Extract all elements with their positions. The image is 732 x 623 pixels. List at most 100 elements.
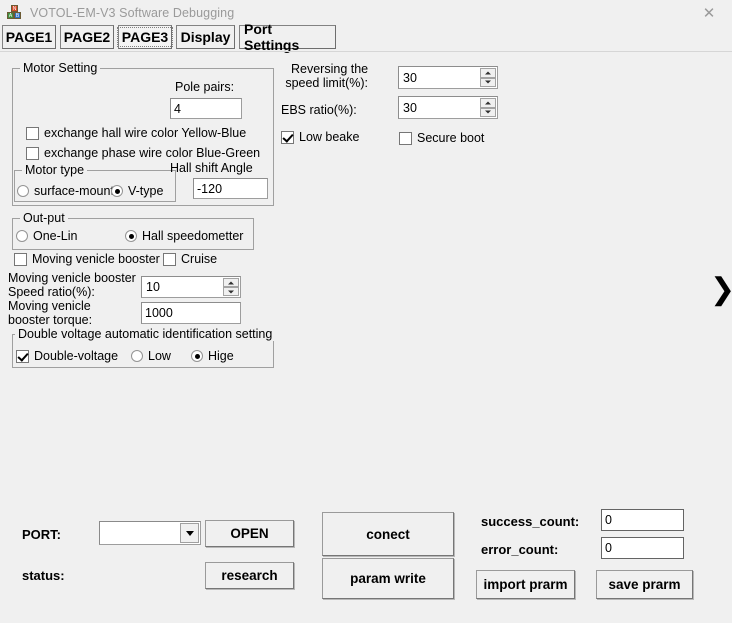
output-hall-speedometer-radio[interactable]: Hall speedometter	[125, 229, 243, 243]
double-voltage-low-radio[interactable]: Low	[131, 349, 171, 363]
save-prarm-button[interactable]: save prarm	[596, 570, 693, 599]
booster-torque-label-line1: Moving venicle	[8, 299, 91, 313]
ebs-ratio-spin-buttons[interactable]	[480, 98, 496, 117]
chevron-down-icon[interactable]	[180, 523, 199, 543]
double-voltage-low-label: Low	[148, 349, 171, 363]
error-count-label: error_count:	[481, 543, 558, 557]
tab-port-settings-label: Port Settings	[244, 21, 331, 53]
chevron-right-icon[interactable]: ❯	[710, 275, 732, 305]
output-hall-speedometer-label: Hall speedometter	[142, 229, 243, 243]
tab-page3[interactable]: PAGE3	[118, 25, 172, 49]
tab-page1[interactable]: PAGE1	[2, 25, 56, 49]
double-voltage-low-radio-dot	[131, 350, 143, 362]
motor-type-v-type-radio[interactable]: V-type	[111, 184, 163, 198]
param-write-button[interactable]: param write	[322, 558, 454, 599]
double-voltage-checkbox[interactable]: Double-voltage	[16, 349, 118, 363]
import-prarm-button[interactable]: import prarm	[476, 570, 575, 599]
double-voltage-hige-label: Hige	[208, 349, 234, 363]
motor-setting-group-title: Motor Setting	[20, 61, 100, 75]
ebs-ratio-spin-down-icon[interactable]	[480, 108, 496, 118]
cruise-checkbox[interactable]: Cruise	[163, 252, 217, 266]
secure-boot-checkbox-box	[399, 132, 412, 145]
booster-speed-ratio-label-line1: Moving venicle booster	[8, 271, 136, 285]
ebs-ratio-spin-up-icon[interactable]	[480, 98, 496, 108]
output-one-lin-radio[interactable]: One-Lin	[16, 229, 77, 243]
booster-speed-ratio-label-line2: Speed ratio(%):	[8, 285, 95, 299]
low-beake-checkbox-box	[281, 131, 294, 144]
title-bar: N A B VOTOL-EM-V3 Software Debugging ✕	[0, 0, 732, 25]
output-hall-speedometer-radio-dot	[125, 230, 137, 242]
tab-separator	[0, 51, 732, 52]
exchange-hall-wire-label: exchange hall wire color Yellow-Blue	[44, 126, 246, 140]
booster-torque-input[interactable]: 1000	[141, 302, 241, 324]
reversing-speed-limit-spinner[interactable]: 30	[398, 66, 498, 89]
double-voltage-checkbox-box	[16, 350, 29, 363]
cruise-label: Cruise	[181, 252, 217, 266]
ebs-ratio-spinner[interactable]: 30	[398, 96, 498, 119]
booster-speed-ratio-value: 10	[142, 277, 223, 297]
motor-type-surface-mount-radio[interactable]: surface-mount	[17, 184, 114, 198]
secure-boot-checkbox[interactable]: Secure boot	[399, 131, 484, 145]
ebs-ratio-label: EBS ratio(%):	[281, 103, 357, 117]
tab-display-label: Display	[181, 29, 231, 45]
double-voltage-hige-radio-dot	[191, 350, 203, 362]
port-select-value	[100, 522, 179, 544]
tab-page3-label: PAGE3	[117, 27, 173, 47]
error-count-field[interactable]: 0	[601, 537, 684, 559]
hall-shift-angle-label: Hall shift Angle	[170, 161, 253, 175]
reversing-speed-limit-spin-down-icon[interactable]	[480, 78, 496, 88]
reversing-speed-limit-spin-up-icon[interactable]	[480, 68, 496, 78]
research-button[interactable]: research	[205, 562, 294, 589]
double-voltage-group-title: Double voltage automatic identification …	[15, 327, 275, 341]
port-select[interactable]	[99, 521, 201, 545]
open-button[interactable]: OPEN	[205, 520, 294, 547]
tab-page2[interactable]: PAGE2	[60, 25, 114, 49]
booster-speed-ratio-spin-down-icon[interactable]	[223, 287, 239, 296]
motor-type-v-type-radio-dot	[111, 185, 123, 197]
moving-venicle-booster-checkbox-box	[14, 253, 27, 266]
ebs-ratio-value: 30	[399, 97, 480, 118]
low-beake-checkbox[interactable]: Low beake	[281, 130, 359, 144]
output-one-lin-radio-dot	[16, 230, 28, 242]
reversing-speed-limit-value: 30	[399, 67, 480, 88]
close-icon[interactable]: ✕	[686, 0, 732, 25]
success-count-label: success_count:	[481, 515, 579, 529]
exchange-hall-wire-checkbox[interactable]: exchange hall wire color Yellow-Blue	[26, 126, 246, 140]
blocks-icon: N A B	[7, 5, 23, 21]
application-window: N A B VOTOL-EM-V3 Software Debugging ✕ P…	[0, 0, 732, 623]
moving-venicle-booster-label: Moving venicle booster	[32, 252, 160, 266]
secure-boot-label: Secure boot	[417, 131, 484, 145]
exchange-hall-wire-checkbox-box	[26, 127, 39, 140]
conect-button[interactable]: conect	[322, 512, 454, 556]
motor-type-surface-mount-radio-dot	[17, 185, 29, 197]
port-label: PORT:	[22, 528, 61, 542]
cruise-checkbox-box	[163, 253, 176, 266]
tab-port-settings[interactable]: Port Settings	[239, 25, 336, 49]
reversing-speed-limit-spin-buttons[interactable]	[480, 68, 496, 87]
double-voltage-hige-radio[interactable]: Hige	[191, 349, 234, 363]
exchange-phase-wire-label: exchange phase wire color Blue-Green	[44, 146, 260, 160]
motor-type-surface-mount-label: surface-mount	[34, 184, 114, 198]
motor-type-group-title: Motor type	[22, 163, 87, 177]
success-count-field[interactable]: 0	[601, 509, 684, 531]
reversing-speed-limit-label-line1: Reversing the	[291, 62, 368, 76]
exchange-phase-wire-checkbox[interactable]: exchange phase wire color Blue-Green	[26, 146, 260, 160]
reversing-speed-limit-label-line2: speed limit(%):	[281, 76, 368, 90]
booster-speed-ratio-spinner[interactable]: 10	[141, 276, 241, 298]
output-one-lin-label: One-Lin	[33, 229, 77, 243]
booster-speed-ratio-spin-up-icon[interactable]	[223, 278, 239, 287]
low-beake-label: Low beake	[299, 130, 359, 144]
tab-page1-label: PAGE1	[6, 29, 52, 45]
tab-display[interactable]: Display	[176, 25, 235, 49]
booster-speed-ratio-spin-buttons[interactable]	[223, 278, 239, 296]
pole-pairs-label: Pole pairs:	[175, 80, 234, 94]
moving-venicle-booster-checkbox[interactable]: Moving venicle booster	[14, 252, 160, 266]
double-voltage-label: Double-voltage	[34, 349, 118, 363]
window-title: VOTOL-EM-V3 Software Debugging	[30, 6, 234, 20]
output-group-title: Out-put	[20, 211, 68, 225]
status-label: status:	[22, 569, 65, 583]
pole-pairs-input[interactable]: 4	[170, 98, 242, 119]
exchange-phase-wire-checkbox-box	[26, 147, 39, 160]
booster-torque-label-line2: booster torque:	[8, 313, 92, 327]
hall-shift-angle-input[interactable]: -120	[193, 178, 268, 199]
